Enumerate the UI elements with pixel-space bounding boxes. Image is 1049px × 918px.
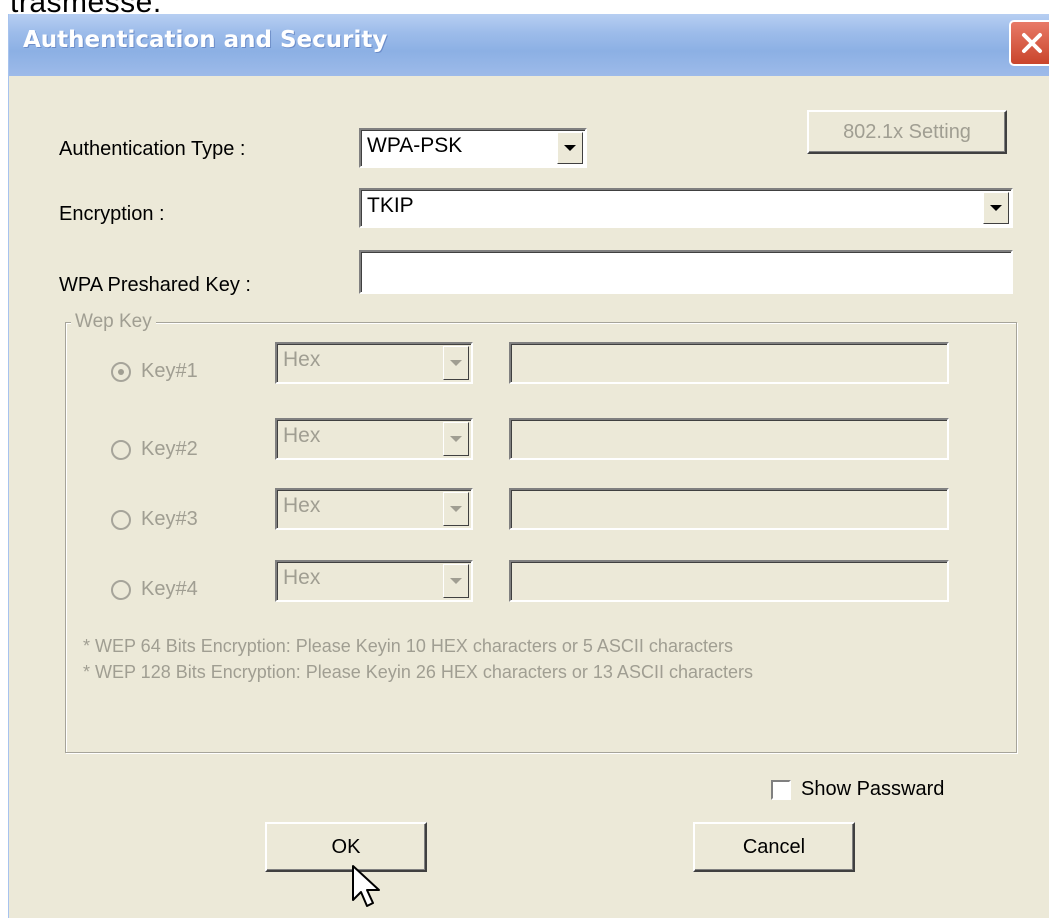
chevron-down-icon[interactable] (443, 492, 469, 526)
auth-type-value: WPA-PSK (367, 134, 463, 157)
auth-security-dialog: Authentication and Security Authenticati… (8, 14, 1049, 918)
key4-format-value: Hex (283, 566, 321, 589)
chevron-down-icon[interactable] (443, 346, 469, 380)
close-button[interactable] (1009, 20, 1049, 66)
wep128-note: * WEP 128 Bits Encryption: Please Keyin … (83, 662, 753, 682)
wep-key-group (65, 322, 1017, 753)
key4-radio[interactable] (111, 580, 131, 600)
key2-format-value: Hex (283, 424, 321, 447)
window-title: Authentication and Security (23, 27, 388, 53)
key1-radio[interactable] (111, 362, 131, 382)
wep64-note: * WEP 64 Bits Encryption: Please Keyin 1… (83, 636, 733, 656)
key3-input[interactable] (509, 488, 949, 530)
key1-format-select[interactable]: Hex (275, 342, 473, 384)
psk-input[interactable] (359, 250, 1013, 294)
key1-label: Key#1 (141, 360, 198, 382)
mouse-pointer-icon (352, 865, 380, 907)
cancel-button[interactable]: Cancel (693, 822, 855, 872)
show-password-label: Show Passward (801, 778, 945, 800)
key4-input[interactable] (509, 560, 949, 602)
key2-format-select[interactable]: Hex (275, 418, 473, 460)
ok-button[interactable]: OK (265, 822, 427, 872)
key1-format-value: Hex (283, 348, 321, 371)
key1-input[interactable] (509, 342, 949, 384)
chevron-down-icon[interactable] (983, 192, 1009, 224)
key3-label: Key#3 (141, 508, 198, 530)
psk-label: WPA Preshared Key : (59, 274, 251, 296)
encryption-label: Encryption : (59, 203, 165, 225)
show-password-checkbox[interactable] (771, 780, 791, 800)
chevron-down-icon[interactable] (557, 132, 583, 164)
encryption-value: TKIP (367, 194, 414, 217)
8021x-setting-button[interactable]: 802.1x Setting (807, 110, 1007, 154)
key3-format-value: Hex (283, 494, 321, 517)
chevron-down-icon[interactable] (443, 422, 469, 456)
key4-format-select[interactable]: Hex (275, 560, 473, 602)
auth-type-select[interactable]: WPA-PSK (359, 128, 587, 168)
auth-type-label: Authentication Type : (59, 138, 246, 160)
key3-radio[interactable] (111, 510, 131, 530)
key2-input[interactable] (509, 418, 949, 460)
key3-format-select[interactable]: Hex (275, 488, 473, 530)
key2-radio[interactable] (111, 440, 131, 460)
wep-key-legend: Wep Key (71, 311, 156, 333)
encryption-select[interactable]: TKIP (359, 188, 1013, 228)
title-bar[interactable]: Authentication and Security (9, 14, 1049, 76)
key4-label: Key#4 (141, 578, 198, 600)
key2-label: Key#2 (141, 438, 198, 460)
chevron-down-icon[interactable] (443, 564, 469, 598)
close-x-icon (1022, 33, 1042, 53)
